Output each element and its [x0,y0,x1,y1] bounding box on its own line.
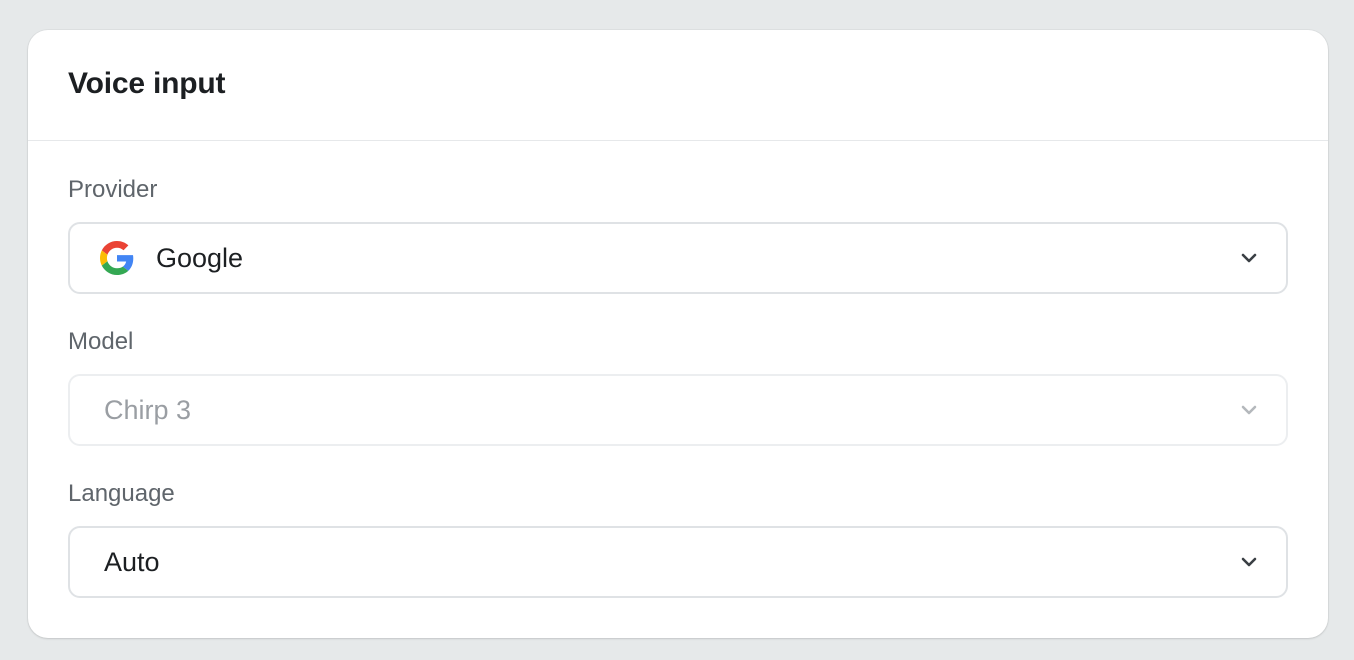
provider-value: Google [156,242,244,273]
card-header: Voice input [28,30,1328,141]
language-select[interactable]: Auto [68,526,1288,598]
voice-input-card: Voice input Provider Google Model Chirp … [28,30,1328,638]
language-label: Language [68,480,175,507]
chevron-down-icon [1240,251,1258,263]
chevron-down-icon [1240,403,1258,415]
model-select: Chirp 3 [68,374,1288,446]
google-logo-icon [100,241,134,275]
model-label: Model [68,328,134,355]
language-value: Auto [104,546,160,577]
chevron-down-icon [1240,555,1258,567]
card-title: Voice input [68,67,226,100]
provider-label: Provider [68,176,158,203]
model-value: Chirp 3 [104,394,192,425]
provider-select[interactable]: Google [68,222,1288,294]
